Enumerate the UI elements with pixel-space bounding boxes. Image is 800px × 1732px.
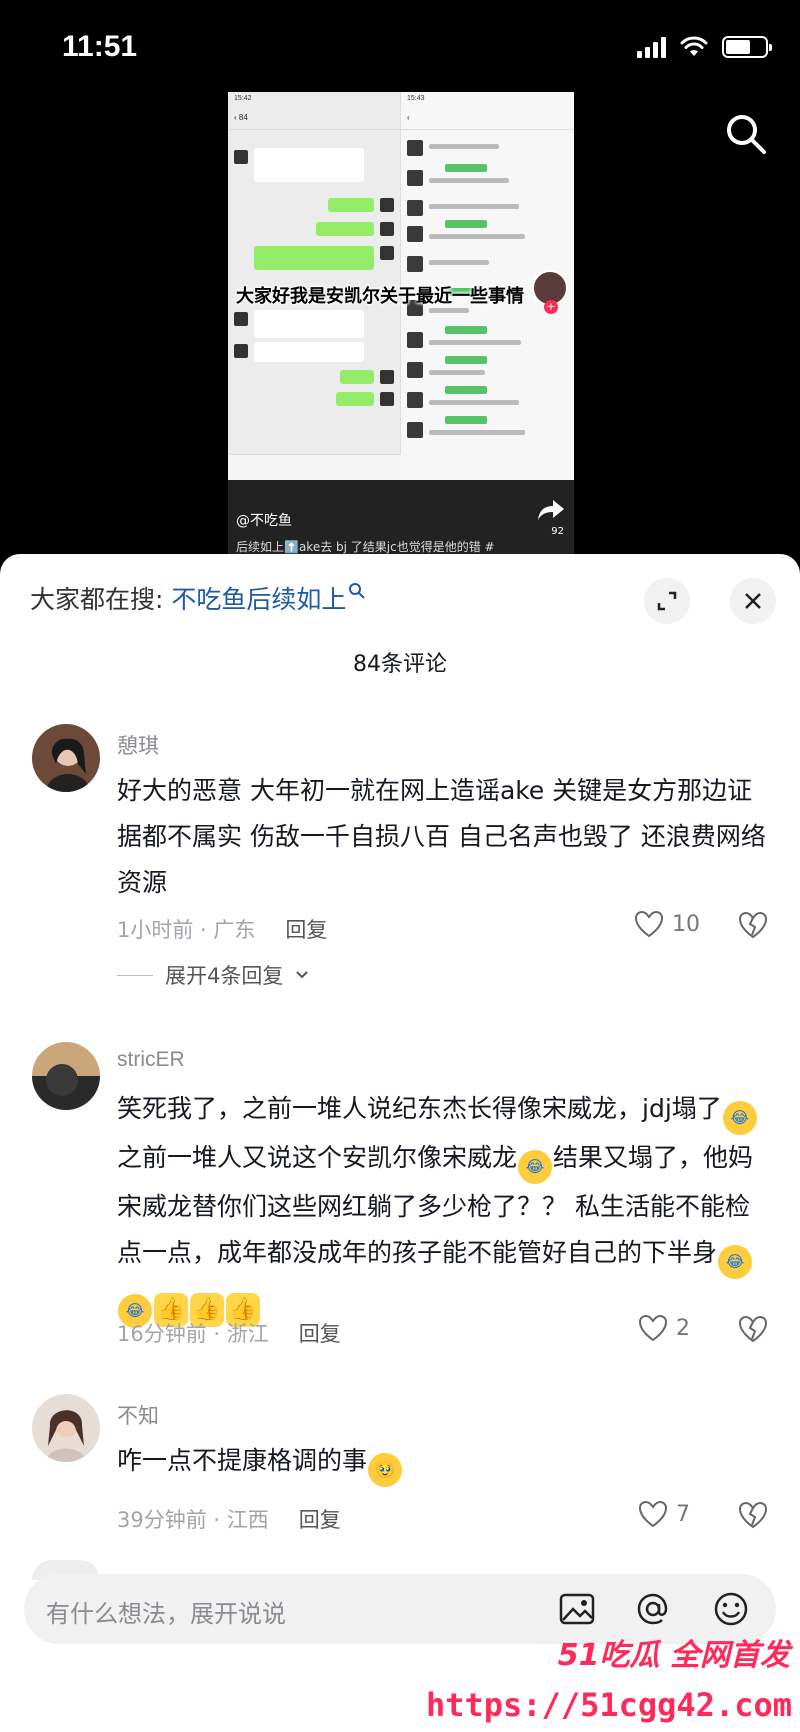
close-icon — [745, 593, 761, 609]
reply-button[interactable]: 回复 — [285, 918, 327, 942]
comment-text-body: 咋一点不提康格调的事 — [117, 1446, 368, 1475]
comment-author[interactable]: stricER — [117, 1048, 185, 1072]
comment-input-placeholder: 有什么想法，展开说说 — [46, 1600, 286, 1628]
close-sheet-button[interactable] — [730, 578, 776, 624]
expand-replies-label: 展开4条回复 — [165, 964, 284, 988]
dislike-icon[interactable] — [738, 910, 768, 940]
expand-divider — [117, 974, 153, 976]
search-suggestion[interactable]: 大家都在搜: 不吃鱼后续如上 — [30, 580, 366, 616]
comment-text: 笑死我了，之前一堆人说纪东杰长得像宋威龙，jdj塌了 😂之前一堆人又说这个安凯尔像… — [117, 1086, 767, 1328]
crying-laughing-emoji-icon: 😂 — [722, 1101, 757, 1135]
status-time: 11:51 — [62, 30, 138, 63]
crying-laughing-emoji-icon: 😂 — [518, 1150, 553, 1184]
comment-count: 84条评论 — [353, 652, 447, 677]
avatar[interactable] — [32, 724, 100, 792]
expand-replies-button[interactable]: 展开4条回复 — [117, 960, 309, 990]
like-count: 10 — [672, 911, 700, 937]
comment-author[interactable]: 不知 — [117, 1400, 159, 1430]
video-description: 后续如上⬆️ake去 bj 了结果jc也觉得是他的错 # — [236, 540, 495, 554]
video-author[interactable]: @不吃鱼 — [236, 510, 292, 530]
comment-text-part-2: 之前一堆人又说这个安凯尔像宋威龙 — [117, 1143, 518, 1172]
status-bar: 11:51 — [0, 0, 800, 96]
teary-eyed-emoji-icon: 🥹 — [368, 1453, 403, 1487]
comment-item: 不知 咋一点不提康格调的事 🥹 39分钟前 · 江西 回复 7 — [0, 1394, 800, 1534]
search-icon[interactable] — [724, 112, 768, 156]
video-caption: 大家好我是安凯尔关于最近一些事情 — [236, 286, 524, 307]
status-icons — [637, 36, 772, 58]
watermark-brand: 51吃瓜 全网首发 — [557, 1638, 790, 1673]
reply-button[interactable]: 回复 — [299, 1508, 341, 1532]
watermark-url: https://51cgg42.com — [425, 1686, 792, 1724]
heart-icon — [634, 910, 664, 938]
avatar[interactable] — [32, 1042, 100, 1110]
like-count: 2 — [676, 1315, 690, 1341]
reply-button[interactable]: 回复 — [299, 1322, 341, 1346]
like-button[interactable]: 2 — [638, 1314, 690, 1342]
comment-time-location: 16分钟前 · 浙江 — [117, 1322, 269, 1346]
share-count: 92 — [551, 526, 564, 537]
watermark: 51吃瓜 全网首发 https://51cgg42.com — [426, 1630, 800, 1732]
comment-meta: 1小时前 · 广东 回复 — [117, 914, 327, 944]
share-icon[interactable] — [536, 498, 566, 522]
cellular-signal-icon — [637, 36, 666, 58]
battery-icon — [722, 36, 772, 58]
dislike-icon[interactable] — [738, 1500, 768, 1530]
creator-avatar[interactable] — [532, 270, 568, 314]
expand-icon — [657, 591, 677, 611]
right-chat-header: ‹ — [401, 108, 574, 130]
comment-meta: 16分钟前 · 浙江 回复 — [117, 1318, 341, 1348]
expand-sheet-button[interactable] — [644, 578, 690, 624]
left-chat-header: ‹ 84 — [228, 108, 400, 130]
comments-sheet: 大家都在搜: 不吃鱼后续如上 84条评论 憩琪 好大的恶意 大年初一就在网上造谣… — [0, 554, 800, 1732]
left-phone-time: 15:42 — [234, 95, 252, 102]
like-button[interactable]: 7 — [638, 1500, 690, 1528]
search-small-icon — [349, 583, 366, 599]
heart-icon — [638, 1314, 668, 1342]
like-button[interactable]: 10 — [634, 910, 700, 938]
comment-text-part-1: 笑死我了，之前一堆人说纪东杰长得像宋威龙，jdj塌了 — [117, 1094, 722, 1123]
comment-text: 咋一点不提康格调的事 🥹 — [117, 1438, 767, 1487]
mention-icon[interactable] — [634, 1590, 672, 1628]
search-suggestion-prefix: 大家都在搜: — [30, 585, 172, 614]
dislike-icon[interactable] — [738, 1314, 768, 1344]
crying-laughing-emoji-icon: 😂 — [718, 1245, 753, 1279]
chevron-down-icon — [296, 971, 309, 979]
image-icon[interactable] — [558, 1590, 596, 1628]
like-count: 7 — [676, 1501, 690, 1527]
heart-icon — [638, 1500, 668, 1528]
wifi-icon — [680, 36, 708, 56]
comment-item: stricER 笑死我了，之前一堆人说纪东杰长得像宋威龙，jdj塌了 😂之前一堆人… — [0, 1042, 800, 1346]
comment-meta: 39分钟前 · 江西 回复 — [117, 1504, 341, 1534]
video-player[interactable]: 15:42 ‹ 84 15:43 ‹ 大家好我是安凯尔关于最近一些事情 + @不… — [228, 92, 574, 554]
right-phone-time: 15:43 — [407, 95, 425, 102]
search-suggestion-term[interactable]: 不吃鱼后续如上 — [171, 585, 346, 614]
comment-text: 好大的恶意 大年初一就在网上造谣ake 关键是女方那边证据都不属实 伤敌一千自损… — [117, 776, 766, 897]
avatar[interactable] — [32, 1394, 100, 1462]
comment-author[interactable]: 憩琪 — [117, 730, 159, 760]
emoji-icon[interactable] — [712, 1590, 750, 1628]
comment-time-location: 1小时前 · 广东 — [117, 918, 256, 942]
comment-time-location: 39分钟前 · 江西 — [117, 1508, 269, 1532]
comment-item: 憩琪 好大的恶意 大年初一就在网上造谣ake 关键是女方那边证据都不属实 伤敌一… — [0, 724, 800, 988]
video-frame: 15:42 ‹ 84 15:43 ‹ 大家好我是安凯尔关于最近一些事情 + — [228, 92, 574, 480]
